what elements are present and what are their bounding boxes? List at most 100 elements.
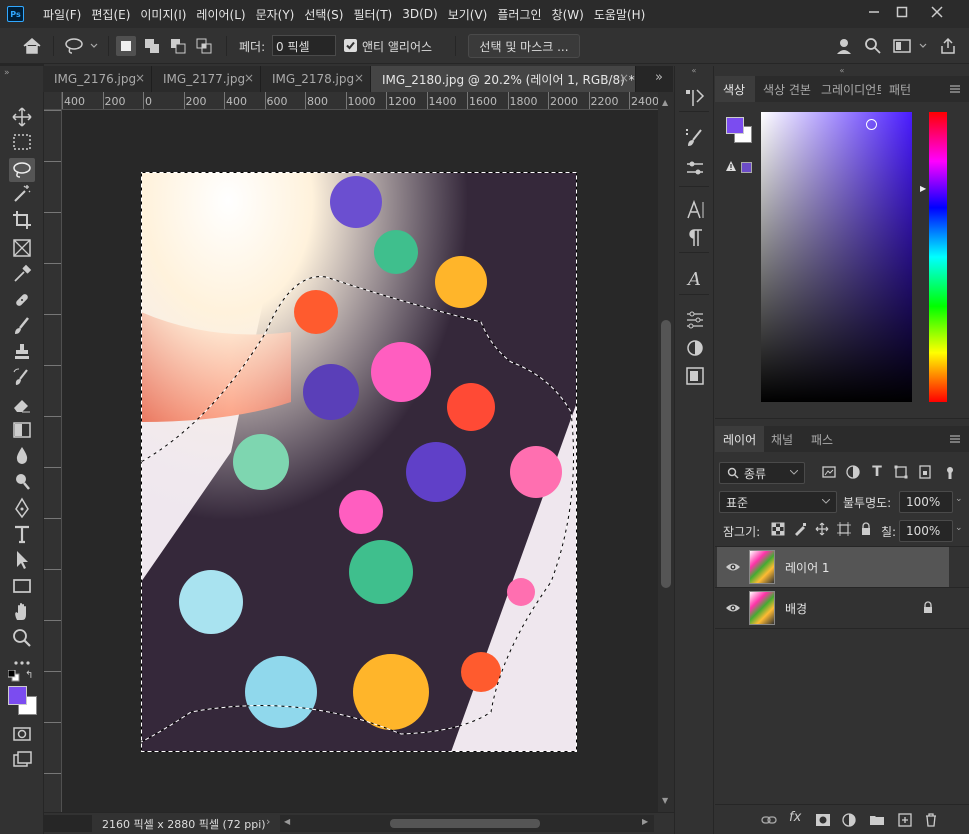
search-icon[interactable] bbox=[863, 36, 883, 56]
color-panel-tab[interactable]: 색상 bbox=[715, 76, 755, 102]
canvas-vertical-scrollbar[interactable]: ▲ ▼ bbox=[658, 92, 674, 812]
vertical-scroll-thumb[interactable] bbox=[661, 320, 671, 588]
lasso-tool-icon[interactable] bbox=[9, 158, 35, 182]
paragraph-panel-icon[interactable] bbox=[682, 226, 708, 250]
clone-stamp-tool-icon[interactable] bbox=[9, 340, 35, 364]
subtract-from-selection-icon[interactable] bbox=[168, 36, 188, 56]
color-picker-handle[interactable] bbox=[866, 119, 877, 130]
new-selection-icon[interactable] bbox=[116, 36, 136, 56]
antialias-checkbox[interactable] bbox=[344, 39, 357, 52]
zoom-field[interactable] bbox=[44, 815, 92, 832]
frame-tool-icon[interactable] bbox=[9, 236, 35, 260]
layers-panel-tab[interactable]: 패스 bbox=[803, 426, 841, 452]
menu-item[interactable]: 문자(Y) bbox=[251, 6, 300, 23]
eraser-tool-icon[interactable] bbox=[9, 392, 35, 416]
hand-tool-icon[interactable] bbox=[9, 600, 35, 624]
color-panel-menu-icon[interactable] bbox=[948, 82, 962, 96]
fill-dropdown-icon[interactable]: ⌄ bbox=[955, 523, 963, 533]
gradient-tool-icon[interactable] bbox=[9, 418, 35, 442]
menu-item[interactable]: 필터(T) bbox=[348, 6, 397, 23]
close-tab-icon[interactable]: × bbox=[244, 71, 254, 85]
adjustment-layer-filter-icon[interactable] bbox=[845, 464, 861, 480]
layers-panel-tab[interactable]: 채널 bbox=[763, 426, 801, 452]
layers-panel-tab[interactable]: 레이어 bbox=[715, 426, 765, 452]
pen-tool-icon[interactable] bbox=[9, 496, 35, 520]
layer-filter-kind-select[interactable]: 종류 bbox=[719, 462, 805, 484]
menu-item[interactable]: 선택(S) bbox=[299, 6, 348, 23]
layer-row[interactable]: 레이어 1 bbox=[717, 547, 949, 587]
lock-position-icon[interactable] bbox=[815, 522, 829, 536]
color-panel-tab[interactable]: 패턴 bbox=[881, 76, 917, 102]
history-brush-tool-icon[interactable] bbox=[9, 366, 35, 390]
layers-panel-menu-icon[interactable] bbox=[948, 432, 962, 446]
new-layer-icon[interactable] bbox=[897, 812, 913, 828]
intersect-selection-icon[interactable] bbox=[194, 36, 214, 56]
maximize-button[interactable] bbox=[885, 0, 919, 24]
menu-item[interactable]: 도움말(H) bbox=[589, 6, 651, 23]
blur-tool-icon[interactable] bbox=[9, 444, 35, 468]
color-picker-field[interactable] bbox=[761, 112, 912, 402]
filter-toggle-icon[interactable] bbox=[943, 466, 957, 480]
horizontal-scroll-thumb[interactable] bbox=[390, 819, 540, 828]
status-chevron-icon[interactable]: › bbox=[266, 815, 270, 828]
color-panel-tab[interactable]: 색상 견본 bbox=[755, 76, 813, 102]
swap-colors-icon[interactable]: ↰ bbox=[25, 670, 37, 682]
magic-wand-tool-icon[interactable] bbox=[9, 182, 35, 206]
lasso-preset-picker[interactable] bbox=[62, 36, 102, 56]
menu-item[interactable]: 파일(F) bbox=[38, 6, 86, 23]
dodge-tool-icon[interactable] bbox=[9, 470, 35, 494]
type-tool-icon[interactable] bbox=[9, 522, 35, 546]
link-layers-icon[interactable] bbox=[761, 812, 777, 828]
close-tab-icon[interactable]: × bbox=[619, 71, 629, 85]
lock-transparent-pixels-icon[interactable] bbox=[771, 522, 785, 536]
gamut-color-swatch[interactable] bbox=[741, 162, 752, 173]
home-icon[interactable] bbox=[20, 36, 44, 56]
color-panel-tab[interactable]: 그레이디언트 bbox=[813, 76, 881, 102]
eyedropper-tool-icon[interactable] bbox=[9, 262, 35, 286]
hue-slider-handle[interactable]: ▶ bbox=[920, 184, 926, 193]
zoom-tool-icon[interactable] bbox=[9, 626, 35, 650]
blend-mode-select[interactable]: 표준 bbox=[719, 491, 837, 513]
account-icon[interactable] bbox=[834, 36, 854, 56]
add-mask-icon[interactable] bbox=[815, 812, 831, 828]
brush-presets-icon[interactable] bbox=[682, 156, 708, 180]
layer-name[interactable]: 레이어 1 bbox=[785, 559, 830, 576]
delete-layer-icon[interactable] bbox=[923, 812, 939, 828]
history-panel-icon[interactable] bbox=[682, 86, 708, 110]
foreground-color-swatch[interactable] bbox=[726, 117, 744, 134]
new-adjustment-layer-icon[interactable] bbox=[841, 812, 857, 828]
healing-brush-tool-icon[interactable] bbox=[9, 288, 35, 312]
menu-item[interactable]: 보기(V) bbox=[443, 6, 493, 23]
move-tool-icon[interactable] bbox=[9, 105, 35, 129]
document-tab[interactable]: IMG_2177.jpg × bbox=[152, 66, 261, 92]
layer-style-fx-icon[interactable]: fx bbox=[789, 810, 807, 828]
lock-image-pixels-icon[interactable] bbox=[793, 522, 807, 536]
marquee-tool-icon[interactable] bbox=[9, 130, 35, 154]
close-tab-icon[interactable]: × bbox=[135, 71, 145, 85]
crop-tool-icon[interactable] bbox=[9, 208, 35, 232]
feather-input[interactable]: 0 픽셀 bbox=[272, 35, 336, 56]
brush-settings-icon[interactable] bbox=[682, 126, 708, 150]
brush-tool-icon[interactable] bbox=[9, 314, 35, 338]
properties-panel-icon[interactable] bbox=[682, 336, 708, 360]
layer-name[interactable]: 배경 bbox=[785, 600, 807, 617]
document-tab[interactable]: IMG_2176.jpg × bbox=[43, 66, 152, 92]
document-tab[interactable]: IMG_2180.jpg @ 20.2% (레이어 1, RGB/8) * × bbox=[371, 66, 636, 92]
opacity-dropdown-icon[interactable]: ⌄ bbox=[955, 494, 963, 504]
menu-item[interactable]: 플러그인 bbox=[492, 6, 546, 23]
pixel-layer-filter-icon[interactable] bbox=[821, 464, 837, 480]
menu-item[interactable]: 3D(D) bbox=[397, 7, 442, 21]
menu-item[interactable]: 창(W) bbox=[547, 6, 589, 23]
opacity-input[interactable]: 100% bbox=[899, 491, 953, 513]
close-window-button[interactable] bbox=[920, 0, 954, 24]
new-group-icon[interactable] bbox=[869, 812, 885, 828]
close-tab-icon[interactable]: × bbox=[354, 71, 364, 85]
out-of-gamut-warning-icon[interactable] bbox=[725, 160, 737, 172]
toolbar-foreground-swatch[interactable] bbox=[8, 686, 27, 705]
default-colors-icon[interactable] bbox=[7, 669, 20, 682]
quick-mask-icon[interactable] bbox=[9, 722, 35, 746]
workspace-switcher-icon[interactable] bbox=[892, 36, 932, 56]
lock-all-icon[interactable] bbox=[859, 522, 873, 536]
fg-bg-swatches[interactable] bbox=[726, 117, 754, 143]
layer-row[interactable]: 배경 bbox=[717, 588, 949, 628]
